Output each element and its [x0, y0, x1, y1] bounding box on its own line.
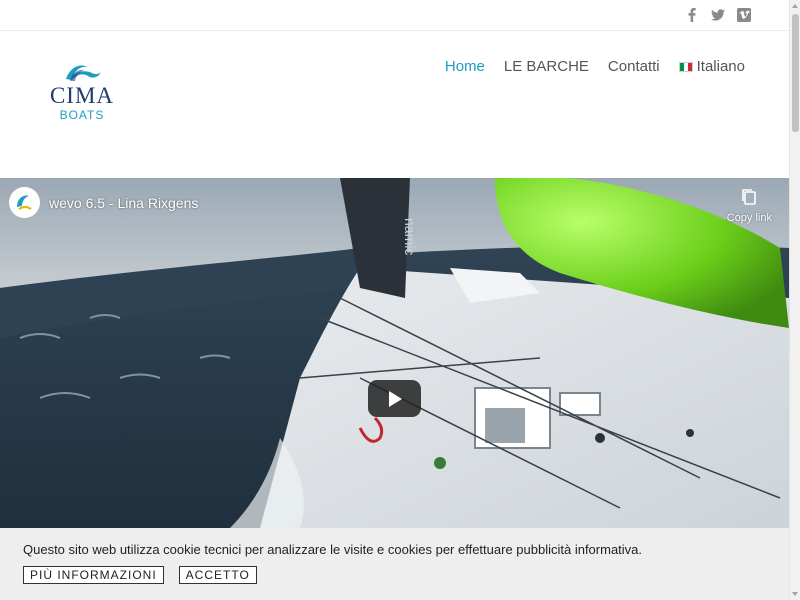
copy-icon [742, 189, 757, 205]
italy-flag-icon [678, 61, 693, 72]
video-embed[interactable]: namic wevo 6.5 - Lina Rixgens Copy link [0, 178, 789, 528]
video-thumbnail: namic [0, 178, 789, 528]
facebook-link[interactable] [685, 6, 699, 24]
play-button[interactable] [368, 380, 421, 417]
video-title[interactable]: wevo 6.5 - Lina Rixgens [49, 195, 198, 211]
scroll-down-arrow-icon[interactable] [792, 592, 798, 596]
svg-text:namic: namic [402, 218, 418, 255]
cookie-banner: Questo sito web utilizza cookie tecnici … [0, 528, 789, 600]
video-title-row: wevo 6.5 - Lina Rixgens [9, 187, 198, 218]
logo-text: CIMA [49, 83, 115, 108]
more-info-button[interactable]: PIÙ INFORMAZIONI [23, 566, 164, 584]
copy-link-button[interactable]: Copy link [727, 188, 772, 224]
page-scrollbar[interactable] [789, 0, 800, 600]
vimeo-link[interactable] [737, 6, 751, 24]
social-bar [0, 0, 789, 31]
nav-item-language[interactable]: Italiano [678, 58, 745, 75]
logo-subtext: BOATS [59, 108, 105, 122]
channel-logo-icon [9, 187, 40, 218]
social-links [685, 6, 751, 24]
cookie-message: Questo sito web utilizza cookie tecnici … [23, 542, 643, 557]
site-logo[interactable]: CIMA BOATS [46, 61, 118, 127]
wave-logo-icon [66, 65, 101, 81]
main-nav: Home LE BARCHE Contatti Italiano [445, 58, 745, 75]
copy-link-label: Copy link [726, 212, 772, 224]
scroll-up-arrow-icon[interactable] [792, 4, 798, 8]
scrollbar-thumb[interactable] [792, 14, 799, 132]
nav-item-home[interactable]: Home [445, 58, 485, 75]
site-header: CIMA BOATS Home LE BARCHE Contatti Itali… [0, 31, 789, 179]
vimeo-icon [737, 8, 751, 22]
play-icon [388, 390, 402, 407]
facebook-icon [688, 8, 696, 22]
cookie-buttons: PIÙ INFORMAZIONI ACCETTO [23, 566, 257, 584]
twitter-link[interactable] [711, 6, 725, 24]
language-label: Italiano [696, 58, 745, 75]
channel-avatar[interactable] [9, 187, 40, 218]
nav-item-contatti[interactable]: Contatti [608, 58, 660, 75]
nav-item-le-barche[interactable]: LE BARCHE [504, 58, 589, 75]
accept-button[interactable]: ACCETTO [178, 566, 257, 584]
twitter-icon [711, 9, 725, 21]
page: CIMA BOATS Home LE BARCHE Contatti Itali… [0, 0, 800, 600]
